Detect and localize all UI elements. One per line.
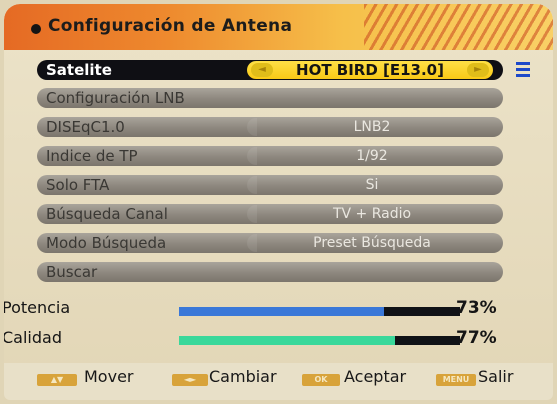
hint-cambiar: Cambiar	[209, 367, 277, 386]
menu-row-value: 1/92	[247, 146, 497, 166]
potencia-meter-fill	[179, 307, 385, 316]
hint-aceptar: Aceptar	[344, 367, 407, 386]
menu-row-label: Satelite	[46, 61, 112, 79]
menu-row-busqueda-canal[interactable]: Búsqueda Canal TV + Radio	[37, 204, 503, 224]
calidad-meter-fill	[179, 336, 396, 345]
menu-row-label: Indice de TP	[46, 147, 138, 165]
menu-row-value: Si	[247, 175, 497, 195]
calidad-label: Calidad	[4, 328, 62, 347]
menu-row-label: Modo Búsqueda	[46, 234, 167, 252]
calidad-percent: 77%	[456, 328, 497, 348]
menu-row-label: Buscar	[46, 263, 98, 281]
hint-mover: Mover	[84, 367, 134, 386]
menu-row-label: Configuración LNB	[46, 89, 185, 107]
osd-screen: Configuración de Antena Satelite ◄ HOT B…	[4, 4, 553, 400]
calidad-meter	[179, 336, 460, 345]
potencia-meter	[179, 307, 460, 316]
potencia-label: Potencia	[4, 298, 71, 317]
menu-row-indice-tp[interactable]: Indice de TP 1/92	[37, 146, 503, 166]
footer-key-hints: ▲▼ Mover ◄► Cambiar OK Aceptar MENU Sali…	[4, 363, 553, 400]
satellite-value: HOT BIRD [E13.0]	[296, 61, 444, 79]
up-down-arrows-icon: ▲▼	[37, 374, 77, 386]
arrow-left-icon[interactable]: ◄	[251, 63, 273, 77]
menu-row-label: Búsqueda Canal	[46, 205, 168, 223]
menu-row-modo-busqueda[interactable]: Modo Búsqueda Preset Búsqueda	[37, 233, 503, 253]
menu-row-solo-fta[interactable]: Solo FTA Si	[37, 175, 503, 195]
list-menu-icon	[516, 62, 530, 78]
menu-row-satelite[interactable]: Satelite ◄ HOT BIRD [E13.0] ►	[37, 60, 503, 80]
menu-row-label: Solo FTA	[46, 176, 110, 194]
header-bar: Configuración de Antena	[4, 4, 553, 50]
header-stripes-decoration	[364, 4, 553, 50]
menu-row-label: DISEqC1.0	[46, 118, 125, 136]
page-title: Configuración de Antena	[48, 16, 293, 36]
menu-row-value: TV + Radio	[247, 204, 497, 224]
menu-row-diseqc[interactable]: DISEqC1.0 LNB2	[37, 117, 503, 137]
menu-row-configuracion-lnb[interactable]: Configuración LNB	[37, 88, 503, 108]
menu-row-buscar[interactable]: Buscar	[37, 262, 503, 282]
bullet-icon	[31, 24, 41, 34]
ok-key-icon: OK	[302, 374, 340, 386]
left-right-arrows-icon: ◄►	[172, 374, 208, 386]
menu-row-value: Preset Búsqueda	[247, 233, 497, 253]
potencia-percent: 73%	[456, 298, 497, 318]
menu-row-value: LNB2	[247, 117, 497, 137]
hint-salir: Salir	[478, 367, 514, 386]
satellite-selector[interactable]: ◄ HOT BIRD [E13.0] ►	[247, 61, 493, 79]
menu-key-icon: MENU	[436, 374, 476, 386]
arrow-right-icon[interactable]: ►	[467, 63, 489, 77]
